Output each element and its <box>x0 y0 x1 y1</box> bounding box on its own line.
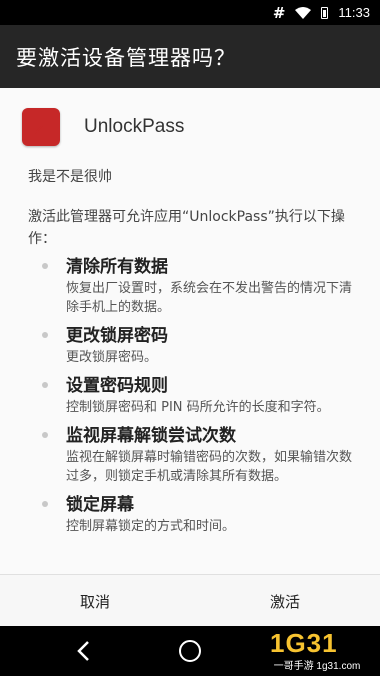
policy-list: 清除所有数据 恢复出厂设置时，系统会在不发出警告的情况下清除手机上的数据。 更改… <box>38 256 358 544</box>
cancel-button[interactable]: 取消 <box>0 575 190 627</box>
policy-item: 锁定屏幕 控制屏幕锁定的方式和时间。 <box>38 494 358 536</box>
bullet-icon <box>42 382 48 388</box>
clock: 11:33 <box>338 5 370 20</box>
policy-item: 监视屏幕解锁尝试次数 监视在解锁屏幕时输错密码的次数，如果输错次数过多，则锁定手… <box>38 425 358 486</box>
bullet-icon <box>42 332 48 338</box>
policy-description: 控制锁屏密码和 PIN 码所允许的长度和字符。 <box>66 400 330 415</box>
policy-title: 清除所有数据 <box>66 257 168 277</box>
watermark: 1G31 一哥手游 1g31.com <box>258 628 376 674</box>
app-name: UnlockPass <box>84 116 185 137</box>
dialog-button-bar: 取消 激活 <box>0 574 380 627</box>
dialog-content[interactable]: UnlockPass 我是不是很帅 激活此管理器可允许应用“UnlockPass… <box>0 88 380 574</box>
app-header: UnlockPass <box>22 106 184 148</box>
home-icon[interactable] <box>179 640 201 662</box>
policy-description: 恢复出厂设置时，系统会在不发出警告的情况下清除手机上的数据。 <box>66 281 353 315</box>
policy-item: 更改锁屏密码 更改锁屏密码。 <box>38 325 358 367</box>
policy-description: 控制屏幕锁定的方式和时间。 <box>66 519 236 534</box>
dialog-title-bar: 要激活设备管理器吗？ <box>0 25 380 88</box>
policy-title: 更改锁屏密码 <box>66 326 168 346</box>
watermark-logo: 1G31 <box>270 628 338 658</box>
navigation-bar: 1G31 一哥手游 1g31.com <box>0 626 380 676</box>
policy-item: 设置密码规则 控制锁屏密码和 PIN 码所允许的长度和字符。 <box>38 375 358 417</box>
bullet-icon <box>42 501 48 507</box>
intro-text: 激活此管理器可允许应用“UnlockPass”执行以下操作： <box>28 209 345 247</box>
app-description: 我是不是很帅 <box>28 169 112 185</box>
app-key-icon <box>22 108 60 146</box>
policy-title: 监视屏幕解锁尝试次数 <box>66 426 236 446</box>
bullet-icon <box>42 432 48 438</box>
back-icon[interactable] <box>74 639 94 663</box>
policy-title: 设置密码规则 <box>66 376 168 396</box>
policy-item: 清除所有数据 恢复出厂设置时，系统会在不发出警告的情况下清除手机上的数据。 <box>38 256 358 317</box>
bullet-icon <box>42 263 48 269</box>
wifi-icon <box>295 6 312 19</box>
dialog-title: 要激活设备管理器吗？ <box>16 46 236 70</box>
policy-description: 监视在解锁屏幕时输错密码的次数，如果输错次数过多，则锁定手机或清除其所有数据。 <box>66 450 353 484</box>
policy-title: 锁定屏幕 <box>66 495 134 515</box>
status-bar: # 11:33 <box>0 0 380 25</box>
watermark-text: 一哥手游 1g31.com <box>258 657 376 672</box>
hash-icon: # <box>272 3 286 22</box>
policy-description: 更改锁屏密码。 <box>66 350 158 365</box>
battery-icon <box>321 6 329 19</box>
activate-button[interactable]: 激活 <box>190 575 380 627</box>
